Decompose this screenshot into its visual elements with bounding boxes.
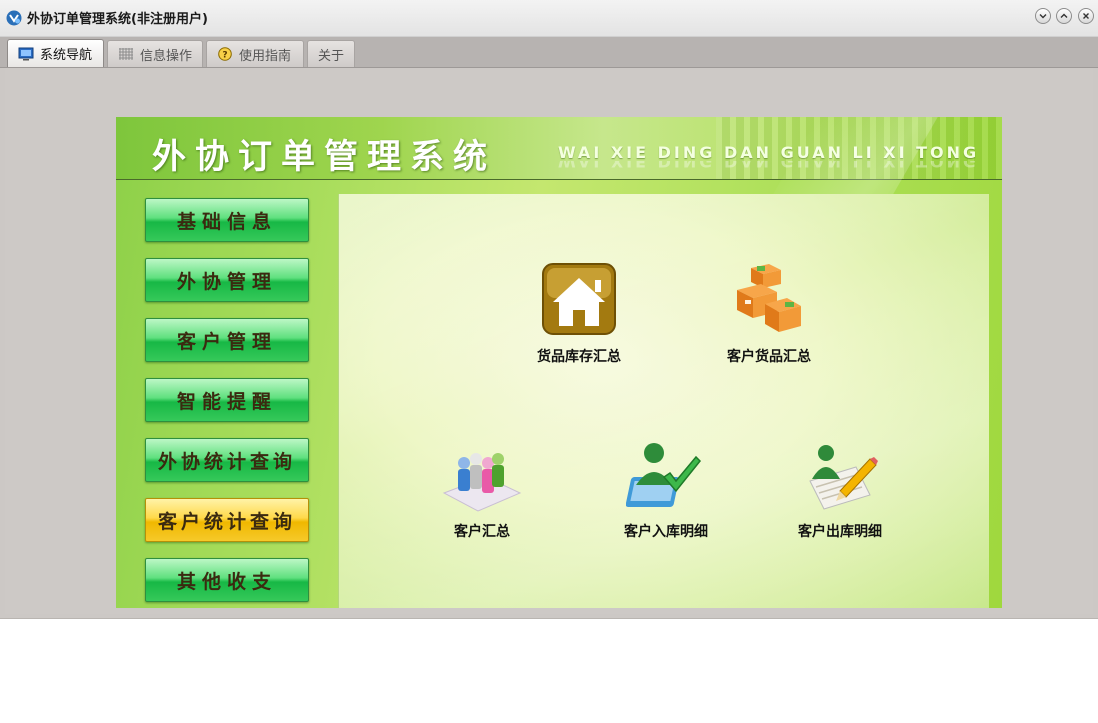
- user-edit-icon: [809, 445, 878, 510]
- close-button[interactable]: [1078, 8, 1094, 24]
- workspace-sheen: [339, 194, 989, 608]
- monitor-icon: [18, 47, 34, 60]
- app-logo-icon: [6, 10, 22, 26]
- menu-customer-stats-button[interactable]: 客户统计查询: [145, 498, 309, 542]
- shortcut-customer-summary[interactable]: 客户汇总: [417, 437, 547, 541]
- user-check-icon: [625, 443, 702, 507]
- boxes-icon: [737, 264, 801, 332]
- tab-system-navigation[interactable]: 系统导航: [7, 39, 104, 67]
- shortcut-label: 货品库存汇总: [537, 349, 621, 365]
- tab-label: 使用指南: [239, 48, 292, 64]
- tab-about[interactable]: 关于: [307, 40, 355, 67]
- menu-customer-management-button[interactable]: 客户管理: [145, 318, 309, 362]
- banner-title: 外协订单管理系统: [152, 137, 496, 177]
- tab-user-guide[interactable]: ? 使用指南: [206, 40, 304, 67]
- tab-label: 关于: [318, 48, 345, 64]
- close-icon: [1083, 13, 1089, 19]
- maximize-button[interactable]: [1056, 8, 1072, 24]
- tab-bar: 系统导航 信息操作 ? 使用指南 关于: [0, 37, 1098, 68]
- people-icon: [442, 453, 522, 512]
- grid-icon: [119, 48, 133, 60]
- shortcut-customer-outbound-detail[interactable]: 客户出库明细: [775, 437, 905, 541]
- title-bar: 外协订单管理系统(非注册用户): [0, 0, 1098, 37]
- menu-basic-info-button[interactable]: 基础信息: [145, 198, 309, 242]
- tab-label: 信息操作: [140, 48, 193, 64]
- banner-subtitle-reflection: WAI XIE DING DAN GUAN LI XI TONG: [558, 161, 980, 171]
- help-icon: ?: [218, 47, 232, 61]
- shortcut-label: 客户货品汇总: [727, 349, 811, 365]
- app-window: 外协订单管理系统(非注册用户) 系统导航 信息操作 ? 使用指南 关于 外协订单…: [0, 0, 1098, 619]
- shortcut-label: 客户出库明细: [798, 524, 882, 540]
- menu-other-income-expense-button[interactable]: 其他收支: [145, 558, 309, 602]
- shortcut-workspace: 货品库存汇总 客户货品汇总 客户汇总 客户入库明细 客户出库明细: [338, 194, 989, 608]
- shortcut-customer-goods-summary[interactable]: 客户货品汇总: [704, 262, 834, 366]
- menu-smart-reminder-button[interactable]: 智能提醒: [145, 378, 309, 422]
- window-title: 外协订单管理系统(非注册用户): [27, 12, 208, 27]
- house-icon: [542, 263, 616, 335]
- chevron-down-icon: [1039, 14, 1047, 19]
- shortcut-goods-inventory-summary[interactable]: 货品库存汇总: [514, 262, 644, 366]
- menu-outsourcing-management-button[interactable]: 外协管理: [145, 258, 309, 302]
- chevron-up-icon: [1060, 13, 1068, 18]
- menu-outsourcing-stats-button[interactable]: 外协统计查询: [145, 438, 309, 482]
- shortcut-label: 客户入库明细: [624, 524, 708, 540]
- navigation-panel: 外协订单管理系统 WAI XIE DING DAN GUAN LI XI TON…: [116, 117, 1002, 608]
- minimize-button[interactable]: [1035, 8, 1051, 24]
- tab-label: 系统导航: [40, 48, 93, 63]
- tab-info-operation[interactable]: 信息操作: [107, 40, 203, 67]
- svg-text:?: ?: [222, 51, 227, 61]
- shortcut-label: 客户汇总: [454, 524, 510, 540]
- shortcut-customer-inbound-detail[interactable]: 客户入库明细: [601, 437, 731, 541]
